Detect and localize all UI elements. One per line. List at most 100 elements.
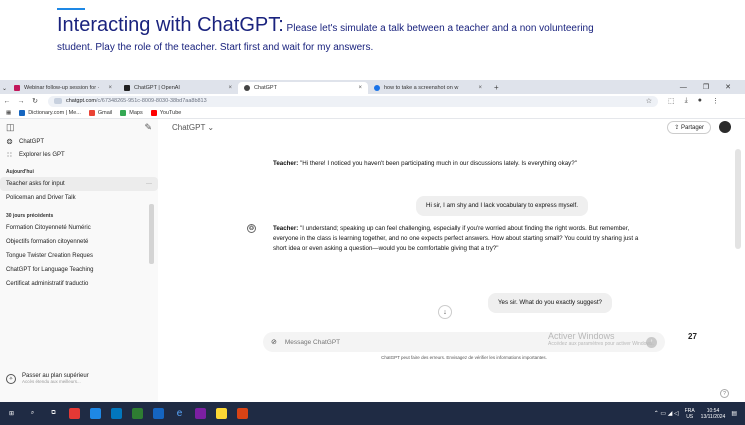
attach-icon[interactable]: ⊘ (271, 338, 277, 346)
tab-chatgpt-openai[interactable]: ChatGPT | OpenAI × (118, 82, 238, 94)
tab-screenshot-search[interactable]: how to take a screenshot on w × (368, 82, 488, 94)
windows-activation-watermark: Activer Windows Accédez aux paramètres p… (548, 331, 654, 347)
dictionary-favicon-icon (19, 110, 26, 116)
bookmark-star-icon[interactable]: ☆ (646, 97, 652, 105)
menu-icon[interactable]: ⋮ (712, 97, 719, 105)
upgrade-icon: ✧ (6, 373, 16, 384)
section-past-30-days: 30 jours précédents (6, 213, 54, 219)
upgrade-subtitle: Accès étendu aux meilleurs... (22, 379, 81, 384)
conversation-item[interactable]: Teacher asks for input ··· (0, 177, 158, 191)
new-tab-button[interactable]: + (488, 82, 505, 94)
tab-label: Webinar follow-up session for · (24, 85, 100, 91)
scroll-down-button[interactable]: ↓ (438, 305, 452, 319)
accent-line (57, 8, 85, 10)
app-icon[interactable] (69, 408, 80, 419)
download-icon[interactable]: ⤓ (685, 97, 688, 105)
bookmark-label: Dictionary.com | Me... (28, 110, 81, 116)
tab-bar: ⌄ Webinar follow-up session for · × Chat… (0, 80, 745, 94)
site-settings-icon[interactable] (54, 98, 62, 104)
forward-arrow-icon[interactable]: → (14, 98, 28, 105)
sidebar-item-label: Explorer les GPT (19, 151, 65, 158)
conversation-item[interactable]: ChatGPT for Language Teaching (0, 263, 158, 277)
maps-icon (120, 110, 127, 116)
sidebar-scrollbar[interactable] (149, 204, 154, 264)
help-icon[interactable]: ? (720, 389, 729, 398)
chat-scrollbar[interactable] (735, 149, 741, 249)
conversation-label: Objectifs formation citoyenneté (6, 239, 89, 245)
section-today: Aujourd'hui (6, 169, 34, 175)
avatar[interactable] (719, 121, 731, 133)
upgrade-plan-button[interactable]: ✧ Passer au plan supérieur Accès étendu … (6, 373, 89, 384)
chat-main: ChatGPT ⌄ ⇪ Partager Teacher: "Hi there!… (158, 119, 745, 402)
maximize-icon[interactable]: ❐ (703, 83, 709, 91)
apps-grid-icon[interactable]: ▦ (6, 110, 11, 116)
bookmark-label: YouTube (159, 110, 182, 116)
close-icon[interactable]: × (102, 85, 112, 91)
sidebar: ◫ ✎ ❂ ChatGPT ∷ Explorer les GPT Aujourd… (0, 119, 158, 402)
close-icon[interactable]: × (472, 85, 482, 91)
reload-icon[interactable]: ↻ (28, 97, 42, 105)
url-input[interactable]: chatgpt.com/c/67348265-951c-8009-8030-38… (48, 95, 658, 107)
file-explorer-icon[interactable] (90, 408, 101, 419)
profile-icon[interactable]: ● (698, 97, 702, 105)
close-icon[interactable]: × (352, 85, 362, 91)
tab-label: how to take a screenshot on w (384, 85, 459, 91)
new-chat-icon[interactable]: ✎ (144, 122, 152, 133)
bookmark-youtube[interactable]: YouTube (150, 110, 182, 116)
edge-icon[interactable] (111, 408, 122, 419)
slide-title-main: Interacting with ChatGPT: (57, 14, 284, 36)
conversation-item[interactable]: Objectifs formation citoyenneté (0, 235, 158, 249)
close-window-icon[interactable]: ✕ (725, 83, 731, 91)
extensions-icon[interactable]: ⬚ (668, 97, 675, 105)
windows-taskbar: ⊞ ⌕ ⧉ e ⌃ ▭ ◢ ◁ FRA US 10:54 13/11/2024 (0, 402, 745, 425)
conversation-item[interactable]: Tongue Twister Creation Reques (0, 249, 158, 263)
clock[interactable]: 10:54 13/11/2024 (701, 408, 726, 420)
openai-favicon-icon (124, 85, 130, 91)
chatgpt-avatar-icon: ❂ (247, 224, 256, 233)
model-selector[interactable]: ChatGPT ⌄ (172, 123, 214, 132)
slide-title-line2: student. Play the role of the teacher. S… (57, 42, 374, 53)
internet-explorer-icon[interactable]: e (174, 408, 185, 419)
powerpoint-icon[interactable] (237, 408, 248, 419)
chrome-icon[interactable] (216, 408, 227, 419)
youtube-icon (150, 110, 157, 116)
keyboard-layout: US (686, 413, 694, 420)
sidebar-toggle-icon[interactable]: ◫ (6, 122, 15, 133)
chatgpt-favicon-icon (244, 85, 250, 91)
bookmark-maps[interactable]: Maps (120, 110, 143, 116)
minimize-icon[interactable]: — (680, 84, 687, 91)
browser-screenshot: ⌄ Webinar follow-up session for · × Chat… (0, 80, 745, 425)
conversation-item[interactable]: Policeman and Driver Talk (0, 191, 158, 205)
bookmark-gmail[interactable]: Gmail (88, 110, 112, 116)
tab-webinar[interactable]: Webinar follow-up session for · × (8, 82, 118, 94)
slide-title: Interacting with ChatGPT: Please let's s… (57, 13, 737, 41)
tray-icons[interactable]: ⌃ ▭ ◢ ◁ (654, 410, 679, 417)
webinar-favicon-icon (14, 85, 20, 91)
tab-chatgpt[interactable]: ChatGPT × (238, 82, 368, 94)
tab-label: ChatGPT (254, 85, 277, 91)
search-icon[interactable]: ⌕ (27, 408, 38, 419)
notifications-icon[interactable]: ▤ (731, 410, 737, 417)
close-icon[interactable]: × (222, 85, 232, 91)
excel-icon[interactable] (132, 408, 143, 419)
windows-start-icon[interactable]: ⊞ (6, 408, 17, 419)
tab-search-button[interactable]: ⌄ (0, 82, 8, 94)
bookmark-dictionary[interactable]: Dictionary.com | Me... (19, 110, 81, 116)
task-view-icon[interactable]: ⧉ (48, 408, 59, 419)
back-arrow-icon[interactable]: ← (0, 98, 14, 105)
share-button[interactable]: ⇪ Partager (667, 120, 711, 134)
bookmark-label: Maps (129, 110, 143, 116)
message-text: "Hi there! I noticed you haven't been pa… (298, 160, 577, 167)
more-options-icon[interactable]: ··· (146, 181, 152, 187)
conversation-label: Tongue Twister Creation Reques (6, 253, 93, 259)
toolbar-right: ⬚ ⤓ ● ⋮ (668, 97, 719, 105)
word-icon[interactable] (153, 408, 164, 419)
app-icon[interactable] (195, 408, 206, 419)
language-indicator[interactable]: FRA US (685, 408, 695, 420)
chatgpt-logo-icon: ❂ (6, 138, 13, 146)
message-input[interactable] (284, 338, 585, 346)
sidebar-item-explore-gpts[interactable]: ∷ Explorer les GPT (0, 148, 158, 161)
sidebar-item-chatgpt[interactable]: ❂ ChatGPT (0, 135, 158, 148)
conversation-item[interactable]: Certificat administratif traductio (0, 277, 158, 291)
conversation-item[interactable]: Formation Citoyenneté Numéric (0, 221, 158, 235)
